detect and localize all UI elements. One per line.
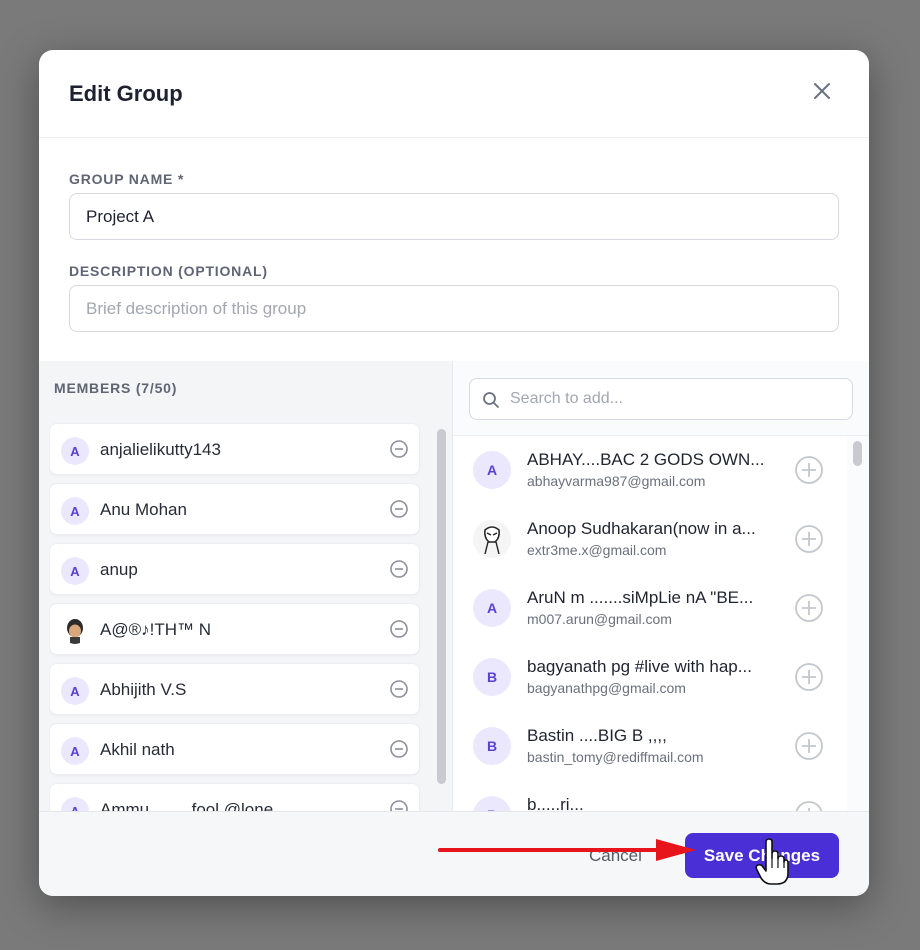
group-name-label: GROUP NAME * <box>69 171 185 187</box>
result-email: extr3me.x@gmail.com <box>527 542 667 558</box>
description-label: DESCRIPTION (OPTIONAL) <box>69 263 268 279</box>
avatar: B <box>473 796 511 811</box>
member-name: Anu Mohan <box>100 500 187 519</box>
plus-circle-icon[interactable] <box>794 662 824 692</box>
members-panel: MEMBERS (7/50) A anjalielikutty143 A Anu… <box>39 361 453 811</box>
plus-circle-icon[interactable] <box>794 524 824 554</box>
result-row[interactable]: Anoop Sudhakaran(now in a... extr3me.x@g… <box>453 505 847 574</box>
minus-circle-icon[interactable] <box>389 439 409 459</box>
search-input[interactable] <box>510 379 840 419</box>
minus-circle-icon[interactable] <box>389 499 409 519</box>
members-scrollbar[interactable] <box>437 429 446 784</box>
result-name: b.....ri... <box>527 795 584 811</box>
plus-circle-icon[interactable] <box>794 731 824 761</box>
results-scrollbar[interactable] <box>853 441 862 466</box>
avatar: B <box>473 727 511 765</box>
member-card: A Anu Mohan <box>49 483 420 535</box>
result-row[interactable]: A ABHAY....BAC 2 GODS OWN... abhayvarma9… <box>453 436 847 505</box>
member-card: A anjalielikutty143 <box>49 423 420 475</box>
member-name: Ammu ....... fool @lone <box>100 800 274 811</box>
result-email: abhayvarma987@gmail.com <box>527 473 706 489</box>
result-row[interactable]: B bagyanath pg #live with hap... bagyana… <box>453 643 847 712</box>
result-name: ABHAY....BAC 2 GODS OWN... <box>527 450 765 469</box>
search-icon <box>483 392 499 408</box>
close-button[interactable] <box>809 78 835 104</box>
cancel-button[interactable]: Cancel <box>579 840 652 872</box>
dialog-footer: Cancel Save Changes <box>39 811 869 896</box>
result-row[interactable]: B Bastin ....BIG B ,,,, bastin_tomy@redi… <box>453 712 847 781</box>
member-name: Akhil nath <box>100 740 175 759</box>
avatar: A <box>61 797 89 811</box>
member-name: Abhijith V.S <box>100 680 187 699</box>
avatar: B <box>473 658 511 696</box>
minus-circle-icon[interactable] <box>389 799 409 811</box>
member-card: A Akhil nath <box>49 723 420 775</box>
member-card: A@®♪!TH™ N <box>49 603 420 655</box>
result-name: Bastin ....BIG B ,,,, <box>527 726 667 745</box>
plus-circle-icon[interactable] <box>794 800 824 811</box>
avatar: A <box>61 677 89 705</box>
avatar: A <box>61 497 89 525</box>
member-card: A Abhijith V.S <box>49 663 420 715</box>
members-heading: MEMBERS (7/50) <box>54 380 178 396</box>
plus-circle-icon[interactable] <box>794 455 824 485</box>
avatar: A <box>61 557 89 585</box>
result-name: AruN m .......siMpLie nA "BE... <box>527 588 754 607</box>
member-card: A Ammu ....... fool @lone <box>49 783 420 811</box>
search-box <box>469 378 853 420</box>
member-name: anup <box>100 560 138 579</box>
group-name-input[interactable] <box>69 193 839 240</box>
edit-group-dialog: Edit Group GROUP NAME * DESCRIPTION (OPT… <box>39 50 869 896</box>
minus-circle-icon[interactable] <box>389 739 409 759</box>
description-input[interactable] <box>69 285 839 332</box>
minus-circle-icon[interactable] <box>389 559 409 579</box>
avatar: A <box>61 737 89 765</box>
result-name: Anoop Sudhakaran(now in a... <box>527 519 756 538</box>
close-icon <box>814 83 830 99</box>
profile-photo-avatar <box>67 619 83 644</box>
result-row[interactable]: A AruN m .......siMpLie nA "BE... m007.a… <box>453 574 847 643</box>
result-row[interactable]: B b.....ri... <box>453 781 847 811</box>
result-name: bagyanath pg #live with hap... <box>527 657 752 676</box>
profile-photo-avatar <box>473 520 511 558</box>
minus-circle-icon[interactable] <box>389 679 409 699</box>
member-name: A@®♪!TH™ N <box>100 620 212 639</box>
result-email: bastin_tomy@rediffmail.com <box>527 749 704 765</box>
members-list[interactable]: A anjalielikutty143 A Anu Mohan A anup A… <box>49 421 422 811</box>
avatar: A <box>473 451 511 489</box>
search-results-list[interactable]: A ABHAY....BAC 2 GODS OWN... abhayvarma9… <box>453 436 847 811</box>
minus-circle-icon[interactable] <box>389 619 409 639</box>
plus-circle-icon[interactable] <box>794 593 824 623</box>
dialog-title: Edit Group <box>69 81 183 106</box>
avatar: A <box>61 437 89 465</box>
member-card: A anup <box>49 543 420 595</box>
result-email: bagyanathpg@gmail.com <box>527 680 686 696</box>
member-name: anjalielikutty143 <box>100 440 221 459</box>
avatar: A <box>473 589 511 627</box>
add-members-panel: A ABHAY....BAC 2 GODS OWN... abhayvarma9… <box>453 361 869 811</box>
dialog-header: Edit Group <box>39 50 869 138</box>
save-changes-button[interactable]: Save Changes <box>685 833 839 878</box>
result-email: m007.arun@gmail.com <box>527 611 672 627</box>
